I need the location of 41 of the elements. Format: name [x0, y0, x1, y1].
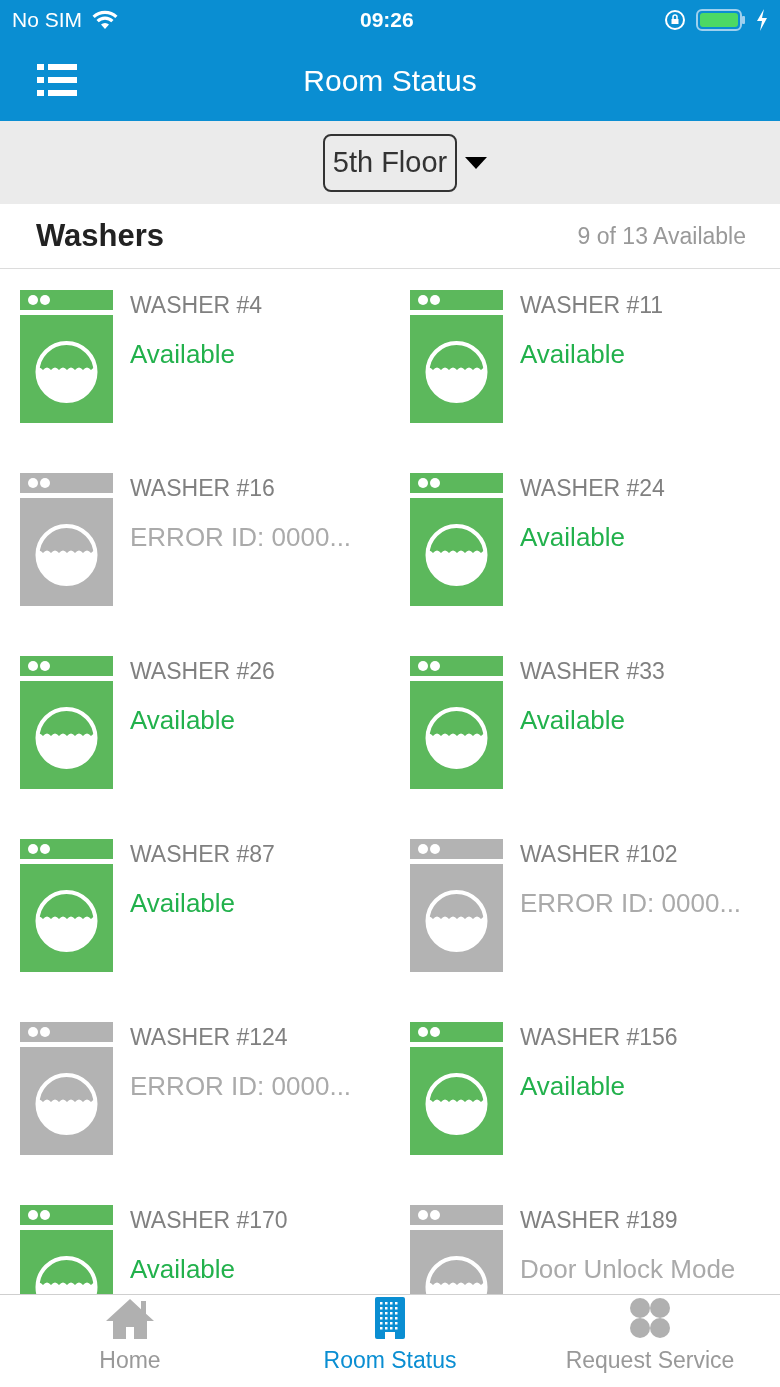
machine-status: Door Unlock Mode: [520, 1253, 736, 1286]
machine-status: ERROR ID: 0000...: [520, 887, 742, 920]
charging-icon: [756, 9, 768, 31]
machine-status: Available: [520, 1070, 627, 1103]
machine-name: WASHER #124: [130, 1023, 289, 1052]
section-title: Washers: [36, 216, 165, 255]
machine-name: WASHER #102: [520, 840, 679, 869]
machine-name: WASHER #26: [130, 657, 275, 686]
machine-status: Available: [130, 338, 237, 371]
menu-icon: [37, 62, 77, 98]
machine-status: ERROR ID: 0000...: [130, 521, 352, 554]
tab-bar-item[interactable]: Request Service: [520, 1295, 780, 1387]
battery-icon: [696, 9, 746, 31]
machine-status: Available: [130, 704, 237, 737]
tab-bar-item[interactable]: Room Status: [260, 1295, 520, 1387]
machine-status: Available: [130, 887, 237, 920]
machine-status: Available: [520, 338, 627, 371]
availability-count: 9 of 13 Available: [577, 221, 746, 251]
house-icon: [104, 1296, 156, 1339]
machine-status: Available: [130, 1253, 237, 1286]
machine-name: WASHER #4: [130, 291, 263, 320]
floor-select[interactable]: 5th Floor: [322, 133, 458, 192]
clock-time: 09:26: [360, 7, 414, 34]
machine-name: WASHER #87: [130, 840, 275, 869]
machine-name: WASHER #24: [520, 474, 665, 503]
machine-name: WASHER #156: [520, 1023, 678, 1052]
clover-icon: [629, 1296, 671, 1339]
wifi-icon: [92, 10, 118, 30]
machine-status: ERROR ID: 0000...: [130, 1070, 352, 1103]
tab-bar-item[interactable]: Home: [0, 1295, 260, 1387]
machine-name: WASHER #11: [520, 291, 664, 320]
machine-status: Available: [520, 521, 627, 554]
carrier-label: No SIM: [12, 7, 82, 34]
rotation-lock-icon: [664, 9, 686, 31]
machine-status: Available: [520, 704, 627, 737]
machine-name: WASHER #189: [520, 1206, 679, 1235]
machine-name: WASHER #33: [520, 657, 665, 686]
machine-name: WASHER #16: [130, 474, 276, 503]
caret-icon[interactable]: [465, 156, 488, 169]
screen-title: Room Status: [303, 63, 477, 99]
machine-name: WASHER #170: [130, 1206, 288, 1235]
